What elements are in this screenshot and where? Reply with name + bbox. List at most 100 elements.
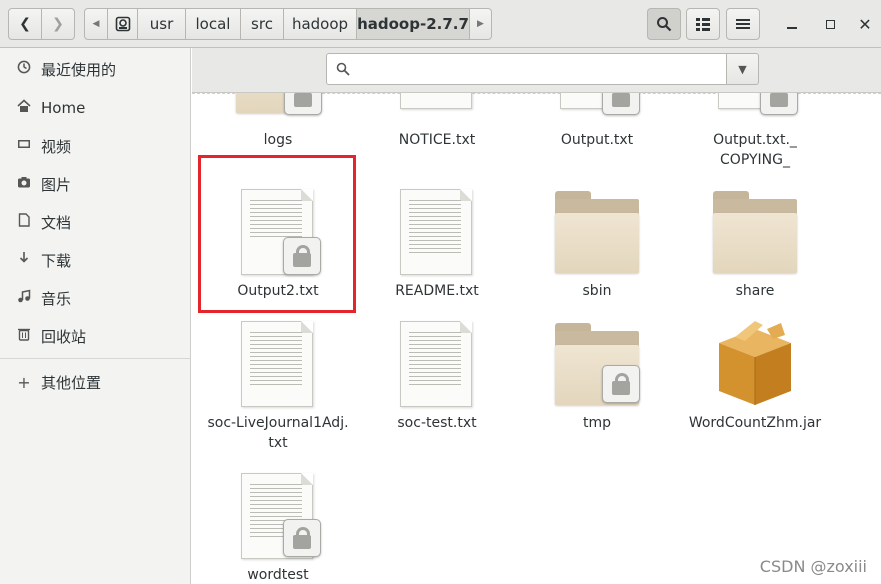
file-name: share — [735, 283, 775, 299]
camera-icon — [16, 175, 32, 193]
file-name: Output.txt — [560, 132, 634, 148]
document-icon — [16, 213, 32, 231]
home-icon — [16, 99, 32, 117]
view-mode-button[interactable] — [686, 8, 720, 40]
maximize-icon — [825, 19, 835, 29]
sidebar-item-label: 最近使用的 — [41, 60, 117, 79]
chevron-down-icon: ▼ — [738, 62, 747, 76]
file-item[interactable]: Output.txt._ COPYING_ — [680, 93, 830, 173]
search-icon — [657, 17, 672, 32]
drive-icon — [115, 16, 130, 32]
file-item[interactable]: Output.txt — [522, 93, 672, 153]
file-name: NOTICE.txt — [398, 132, 476, 148]
search-options-dropdown[interactable]: ▼ — [726, 53, 759, 85]
sidebar-item-label: 文档 — [41, 213, 72, 232]
close-icon: ✕ — [858, 14, 872, 34]
file-name: soc-LiveJournal1Adj. — [207, 415, 349, 431]
folder-icon — [555, 191, 639, 273]
triangle-right-icon: ▶ — [477, 19, 484, 29]
file-item[interactable]: soc-test.txt — [362, 319, 512, 439]
menu-button[interactable] — [726, 8, 760, 40]
file-name: logs — [263, 132, 293, 148]
selection-highlight-box — [198, 155, 356, 313]
lock-icon — [283, 519, 321, 557]
file-name: WordCountZhm.jar — [688, 415, 822, 431]
sidebar-item-label: 图片 — [41, 175, 72, 194]
file-item[interactable]: logs — [203, 93, 353, 153]
lock-icon — [760, 93, 798, 115]
crumb-scroll-left-button[interactable]: ◀ — [84, 8, 108, 40]
file-name: README.txt — [395, 283, 479, 299]
lock-icon — [284, 93, 322, 115]
plus-icon: + — [17, 372, 31, 392]
crumb-usr[interactable]: usr — [138, 8, 186, 40]
file-name: Output.txt._ — [713, 132, 797, 148]
crumb-hadoop-2-7-7[interactable]: hadoop-2.7.7 — [357, 8, 470, 40]
lock-icon — [602, 93, 640, 115]
sidebar-item-pictures[interactable]: 图片 — [0, 166, 190, 202]
search-icon — [336, 62, 350, 76]
sidebar-item-downloads[interactable]: 下载 — [0, 242, 190, 278]
maximize-button[interactable] — [818, 12, 842, 36]
back-button[interactable]: ❮ — [8, 8, 42, 40]
file-item[interactable]: share — [680, 185, 830, 305]
sidebar-item-label: 回收站 — [41, 327, 87, 346]
file-item[interactable]: NOTICE.txt — [362, 93, 512, 153]
jar-archive-icon — [719, 321, 791, 405]
sidebar-item-label: 视频 — [41, 137, 72, 156]
lock-icon — [602, 365, 640, 403]
sidebar-separator — [0, 358, 190, 359]
sidebar-item-documents[interactable]: 文档 — [0, 204, 190, 240]
forward-button[interactable]: ❯ — [41, 8, 75, 40]
file-item[interactable]: sbin — [522, 185, 672, 305]
sidebar-item-label: 音乐 — [41, 289, 72, 308]
sidebar-item-recent[interactable]: 最近使用的 — [0, 51, 190, 87]
list-view-icon — [696, 18, 710, 31]
file-name: soc-test.txt — [397, 415, 477, 431]
minimize-icon — [787, 27, 797, 29]
file-item[interactable]: tmp — [522, 319, 672, 439]
sidebar-item-label: 下载 — [41, 251, 72, 270]
sidebar-item-label: 其他位置 — [41, 373, 102, 392]
sidebar-item-trash[interactable]: 回收站 — [0, 318, 190, 354]
crumb-root[interactable] — [108, 8, 138, 40]
text-file-icon — [241, 321, 313, 407]
minimize-button[interactable] — [780, 12, 804, 36]
file-name: wordtest — [247, 567, 309, 583]
crumb-src[interactable]: src — [241, 8, 284, 40]
text-file-icon — [400, 321, 472, 407]
crumb-scroll-right-button[interactable]: ▶ — [470, 8, 492, 40]
text-file-icon — [400, 93, 472, 109]
file-item[interactable]: README.txt — [362, 185, 512, 305]
folder-icon — [713, 191, 797, 273]
video-icon — [16, 137, 32, 155]
sidebar-item-other-locations[interactable]: + 其他位置 — [0, 364, 190, 400]
file-name: sbin — [582, 283, 612, 299]
sidebar: 最近使用的 Home 视频 图片 文档 下载 音乐 回收站 + 其他位置 — [0, 48, 191, 584]
crumb-hadoop[interactable]: hadoop — [284, 8, 357, 40]
sidebar-item-music[interactable]: 音乐 — [0, 280, 190, 316]
clock-icon — [16, 60, 32, 78]
text-file-icon — [400, 189, 472, 275]
chevron-right-icon: ❯ — [52, 16, 64, 32]
close-button[interactable]: ✕ — [853, 12, 877, 36]
hamburger-icon — [736, 19, 750, 29]
file-name: tmp — [582, 415, 611, 431]
sidebar-item-label: Home — [41, 99, 86, 117]
file-name-line2: txt — [268, 435, 288, 451]
chevron-left-icon: ❮ — [19, 16, 31, 32]
sidebar-item-videos[interactable]: 视频 — [0, 128, 190, 164]
header-bar: ❮ ❯ ◀ usr local src hadoop hadoop-2.7.7 … — [0, 0, 881, 48]
search-toggle-button[interactable] — [647, 8, 681, 40]
search-bar: ▼ — [192, 48, 881, 93]
file-item[interactable]: soc-LiveJournal1Adj. txt — [203, 319, 353, 459]
crumb-local[interactable]: local — [186, 8, 241, 40]
trash-icon — [16, 327, 32, 345]
music-icon — [16, 289, 32, 307]
file-item[interactable]: WordCountZhm.jar — [680, 319, 830, 439]
triangle-left-icon: ◀ — [92, 19, 100, 29]
file-item[interactable]: wordtest — [203, 471, 353, 584]
search-input[interactable] — [326, 53, 727, 85]
sidebar-item-home[interactable]: Home — [0, 90, 190, 126]
watermark: CSDN @zoxiii — [759, 557, 867, 576]
